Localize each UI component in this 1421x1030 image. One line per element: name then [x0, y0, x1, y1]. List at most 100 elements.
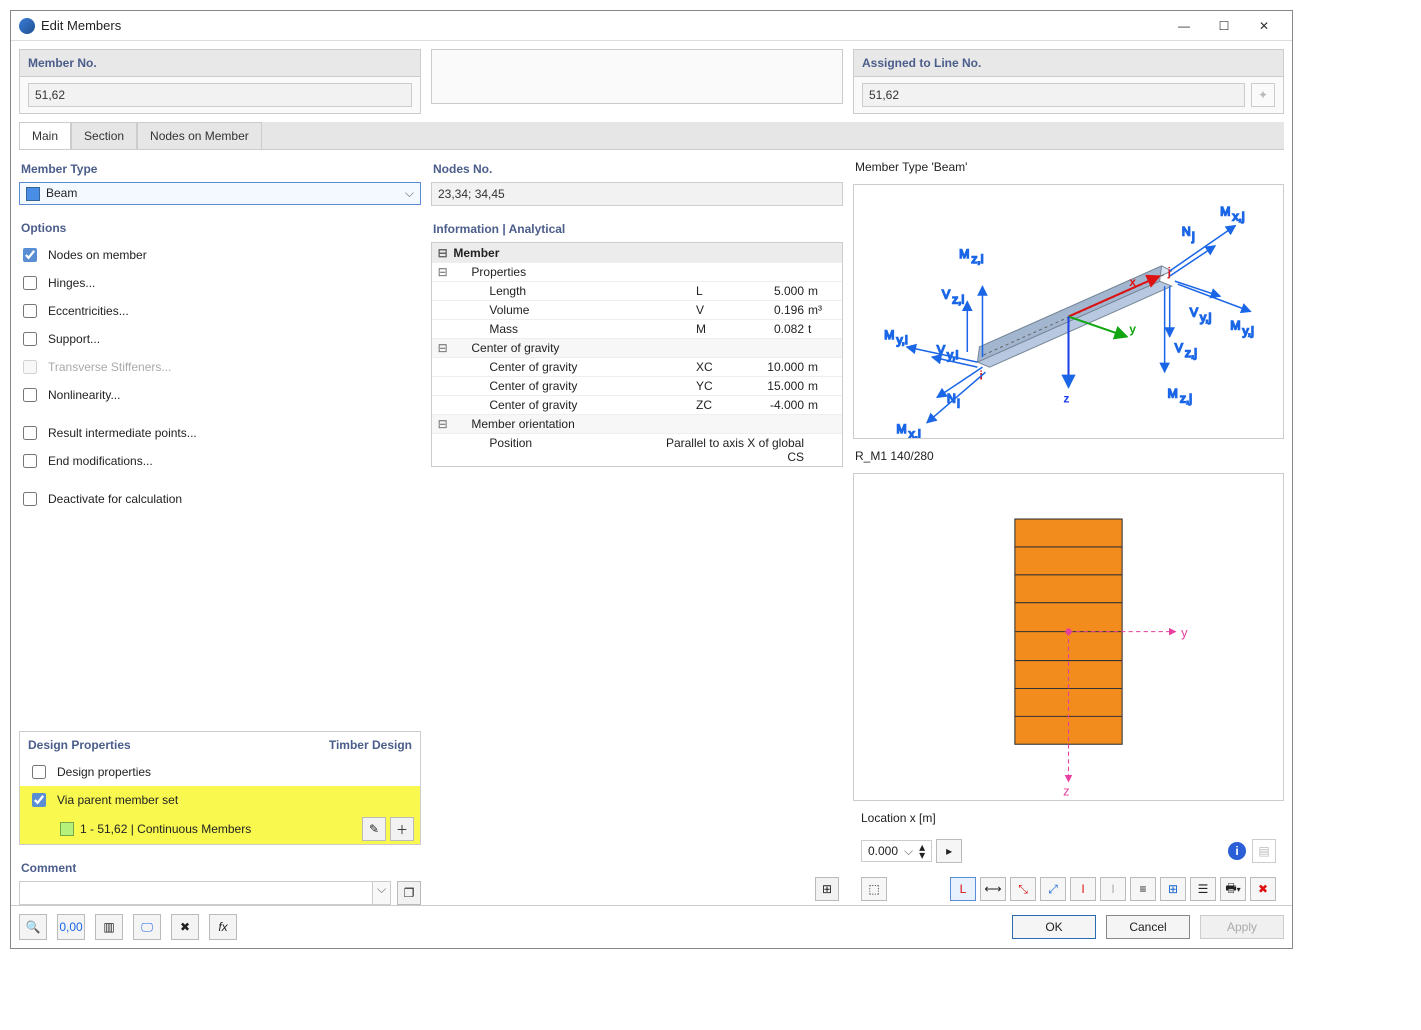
- chk-hinges[interactable]: [23, 276, 37, 290]
- ok-button[interactable]: OK: [1012, 915, 1096, 939]
- panel-middle-top: [431, 49, 843, 104]
- svg-text:y: y: [1129, 322, 1136, 336]
- label-design-properties: Design Properties: [28, 738, 131, 752]
- svg-text:M: M: [1220, 204, 1230, 218]
- pick-line-icon[interactable]: ✦: [1251, 83, 1275, 107]
- chevron-down-icon: ⌵: [405, 186, 414, 201]
- titlebar[interactable]: Edit Members — ☐ ✕: [11, 11, 1292, 41]
- memberset-color-swatch: [60, 822, 74, 836]
- memberset-label: 1 - 51,62 | Continuous Members: [80, 822, 251, 836]
- stress-button[interactable]: ≡: [1130, 877, 1156, 901]
- svg-text:x,i: x,i: [909, 427, 921, 438]
- label-member-no: Member No.: [20, 50, 420, 77]
- apply-button: Apply: [1200, 915, 1284, 939]
- window-title: Edit Members: [41, 18, 1164, 33]
- units-button[interactable]: 0,00: [57, 914, 85, 940]
- svg-text:M: M: [959, 247, 969, 261]
- svg-text:M: M: [896, 422, 906, 436]
- tab-section[interactable]: Section: [71, 122, 137, 149]
- tab-nodes[interactable]: Nodes on Member: [137, 122, 262, 149]
- tab-main[interactable]: Main: [19, 122, 71, 149]
- section-i-button[interactable]: I: [1070, 877, 1096, 901]
- svg-text:y,j: y,j: [1200, 311, 1211, 325]
- axes-button[interactable]: L: [950, 877, 976, 901]
- comment-input[interactable]: [20, 882, 372, 904]
- info-tree: ⊟Member ⊟Properties LengthL5.000m Volume…: [431, 242, 843, 467]
- minimize-button[interactable]: —: [1164, 15, 1204, 37]
- chk-end-modifications[interactable]: [23, 454, 37, 468]
- function-button[interactable]: fx: [209, 914, 237, 940]
- app-icon: [19, 18, 35, 34]
- chk-nodes-on-member[interactable]: [23, 248, 37, 262]
- filter-icon[interactable]: ▤: [1252, 839, 1276, 863]
- chk-design-properties[interactable]: [32, 765, 46, 779]
- play-button[interactable]: ▸: [936, 839, 962, 863]
- chk-nonlinearity[interactable]: [23, 388, 37, 402]
- print-button[interactable]: 🖶▾: [1220, 877, 1246, 901]
- svg-text:y: y: [1181, 625, 1188, 640]
- svg-text:V: V: [937, 343, 946, 357]
- display-button[interactable]: 🖵: [133, 914, 161, 940]
- principal-axes-button[interactable]: ⤢: [1040, 877, 1066, 901]
- svg-text:i: i: [957, 397, 960, 411]
- section-preview[interactable]: y z: [853, 473, 1284, 801]
- comment-dropdown-icon[interactable]: ⌵: [372, 882, 390, 904]
- help-button[interactable]: 🔍: [19, 914, 47, 940]
- collapse-icon[interactable]: ⊟: [436, 341, 449, 355]
- info-icon[interactable]: i: [1228, 842, 1246, 860]
- reset-button[interactable]: ✖: [171, 914, 199, 940]
- member-no-input[interactable]: 51,62: [28, 83, 412, 107]
- list-button[interactable]: ☰: [1190, 877, 1216, 901]
- new-memberset-button[interactable]: ＋: [390, 817, 414, 841]
- svg-text:z,j: z,j: [1180, 392, 1192, 406]
- panel-member-no: Member No. 51,62: [19, 49, 421, 114]
- dimension-button[interactable]: ⟷: [980, 877, 1006, 901]
- chk-result-intermediate[interactable]: [23, 426, 37, 440]
- chk-support[interactable]: [23, 332, 37, 346]
- chk-eccentricities[interactable]: [23, 304, 37, 318]
- member-type-select[interactable]: Beam ⌵: [19, 182, 421, 205]
- panel-assigned: Assigned to Line No. 51,62 ✦: [853, 49, 1284, 114]
- label-information: Information | Analytical: [431, 216, 843, 242]
- svg-text:N: N: [1182, 225, 1191, 239]
- svg-text:M: M: [884, 328, 894, 342]
- svg-text:V: V: [942, 287, 951, 301]
- maximize-button[interactable]: ☐: [1204, 15, 1244, 37]
- collapse-icon[interactable]: ⊟: [436, 265, 449, 279]
- svg-text:x,j: x,j: [1232, 209, 1244, 223]
- svg-text:z,i: z,i: [971, 252, 983, 266]
- label-section-name: R_M1 140/280: [853, 445, 1284, 467]
- assigned-input[interactable]: 51,62: [862, 83, 1245, 107]
- label-options: Options: [19, 215, 421, 241]
- grid-button[interactable]: ⊞: [1160, 877, 1186, 901]
- dialog-window: Edit Members — ☐ ✕ Member No. 51,62 Assi…: [10, 10, 1293, 949]
- beam-preview[interactable]: x y z i j Mz,i Vz,i: [853, 184, 1284, 439]
- chk-deactivate[interactable]: [23, 492, 37, 506]
- edit-memberset-button[interactable]: ✎: [362, 817, 386, 841]
- grid-tool-button[interactable]: ⊞: [815, 877, 839, 901]
- axes2-button[interactable]: ⤡: [1010, 877, 1036, 901]
- svg-text:V: V: [1190, 306, 1199, 320]
- chk-transverse-stiffeners: [23, 360, 37, 374]
- colors-button[interactable]: ▥: [95, 914, 123, 940]
- svg-text:j: j: [1191, 230, 1195, 244]
- collapse-icon[interactable]: ⊟: [436, 246, 449, 260]
- svg-text:j: j: [1167, 265, 1171, 279]
- location-x-input[interactable]: 0.000 ⌵ ▴ ▾: [861, 840, 932, 862]
- chk-via-parent-memberset[interactable]: [32, 793, 46, 807]
- comment-library-button[interactable]: ❐: [397, 881, 421, 905]
- close-button[interactable]: ✕: [1244, 15, 1284, 37]
- cancel-button[interactable]: Cancel: [1106, 915, 1190, 939]
- svg-text:y,i: y,i: [896, 333, 907, 347]
- view-mode-button[interactable]: ⬚: [861, 877, 887, 901]
- svg-text:y,i: y,i: [947, 348, 958, 362]
- svg-text:z: z: [1063, 392, 1069, 406]
- svg-text:y,j: y,j: [1243, 324, 1254, 338]
- member-type-value: Beam: [46, 186, 77, 200]
- nodes-no-input[interactable]: 23,34; 34,45: [431, 182, 843, 206]
- collapse-icon[interactable]: ⊟: [436, 417, 449, 431]
- delete-button[interactable]: ✖: [1250, 877, 1276, 901]
- spin-down-icon[interactable]: ▾: [919, 851, 925, 859]
- beam-color-swatch: [26, 187, 40, 201]
- section-i2-button[interactable]: I: [1100, 877, 1126, 901]
